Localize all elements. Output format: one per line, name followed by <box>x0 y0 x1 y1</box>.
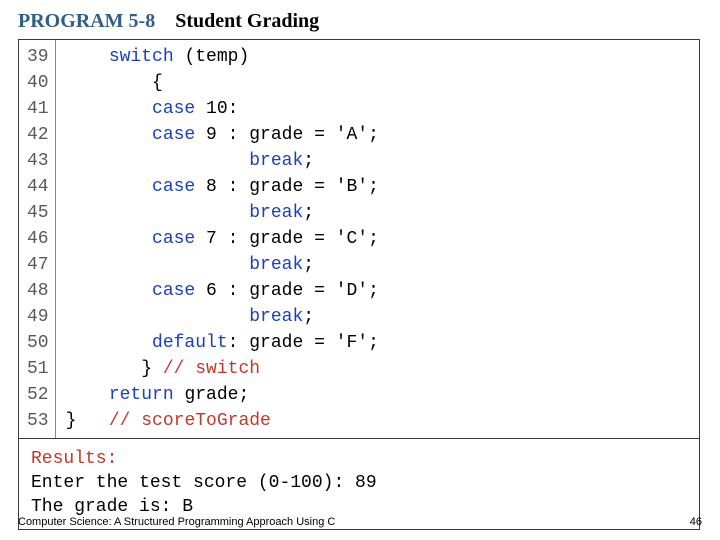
slide-title: PROGRAM 5-8 Student Grading <box>18 10 702 33</box>
code-line: case 9 : grade = 'A'; <box>66 122 379 148</box>
code-line: switch (temp) <box>66 44 379 70</box>
line-number: 51 <box>27 356 49 382</box>
code-line: } // scoreToGrade <box>66 408 379 434</box>
line-number: 45 <box>27 200 49 226</box>
line-number: 43 <box>27 148 49 174</box>
line-number: 46 <box>27 226 49 252</box>
code-line: return grade; <box>66 382 379 408</box>
code-line: case 6 : grade = 'D'; <box>66 278 379 304</box>
source-code: switch (temp) { case 10: case 9 : grade … <box>56 40 385 438</box>
page-number: 46 <box>690 516 702 528</box>
results-label: Results: <box>31 447 687 471</box>
line-number: 41 <box>27 96 49 122</box>
line-number: 52 <box>27 382 49 408</box>
code-listing-box: 394041424344454647484950515253 switch (t… <box>18 39 700 530</box>
code-line: case 7 : grade = 'C'; <box>66 226 379 252</box>
code-line: case 10: <box>66 96 379 122</box>
line-number: 48 <box>27 278 49 304</box>
footer-text: Computer Science: A Structured Programmi… <box>18 516 335 528</box>
slide: PROGRAM 5-8 Student Grading 394041424344… <box>0 0 720 540</box>
line-number: 53 <box>27 408 49 434</box>
code-line: break; <box>66 252 379 278</box>
line-number: 42 <box>27 122 49 148</box>
results-line: Enter the test score (0-100): 89 <box>31 471 687 495</box>
slide-footer: Computer Science: A Structured Programmi… <box>18 516 702 528</box>
line-number: 49 <box>27 304 49 330</box>
line-number: 40 <box>27 70 49 96</box>
program-title: Student Grading <box>175 10 319 32</box>
code-line: } // switch <box>66 356 379 382</box>
line-number: 44 <box>27 174 49 200</box>
line-number: 47 <box>27 252 49 278</box>
code-line: break; <box>66 200 379 226</box>
line-number: 39 <box>27 44 49 70</box>
program-label: PROGRAM 5-8 <box>18 10 155 32</box>
code-line: break; <box>66 148 379 174</box>
code-line: break; <box>66 304 379 330</box>
line-number: 50 <box>27 330 49 356</box>
code-line: { <box>66 70 379 96</box>
line-number-gutter: 394041424344454647484950515253 <box>19 40 56 438</box>
code-line: case 8 : grade = 'B'; <box>66 174 379 200</box>
code-area: 394041424344454647484950515253 switch (t… <box>19 40 699 438</box>
code-line: default: grade = 'F'; <box>66 330 379 356</box>
